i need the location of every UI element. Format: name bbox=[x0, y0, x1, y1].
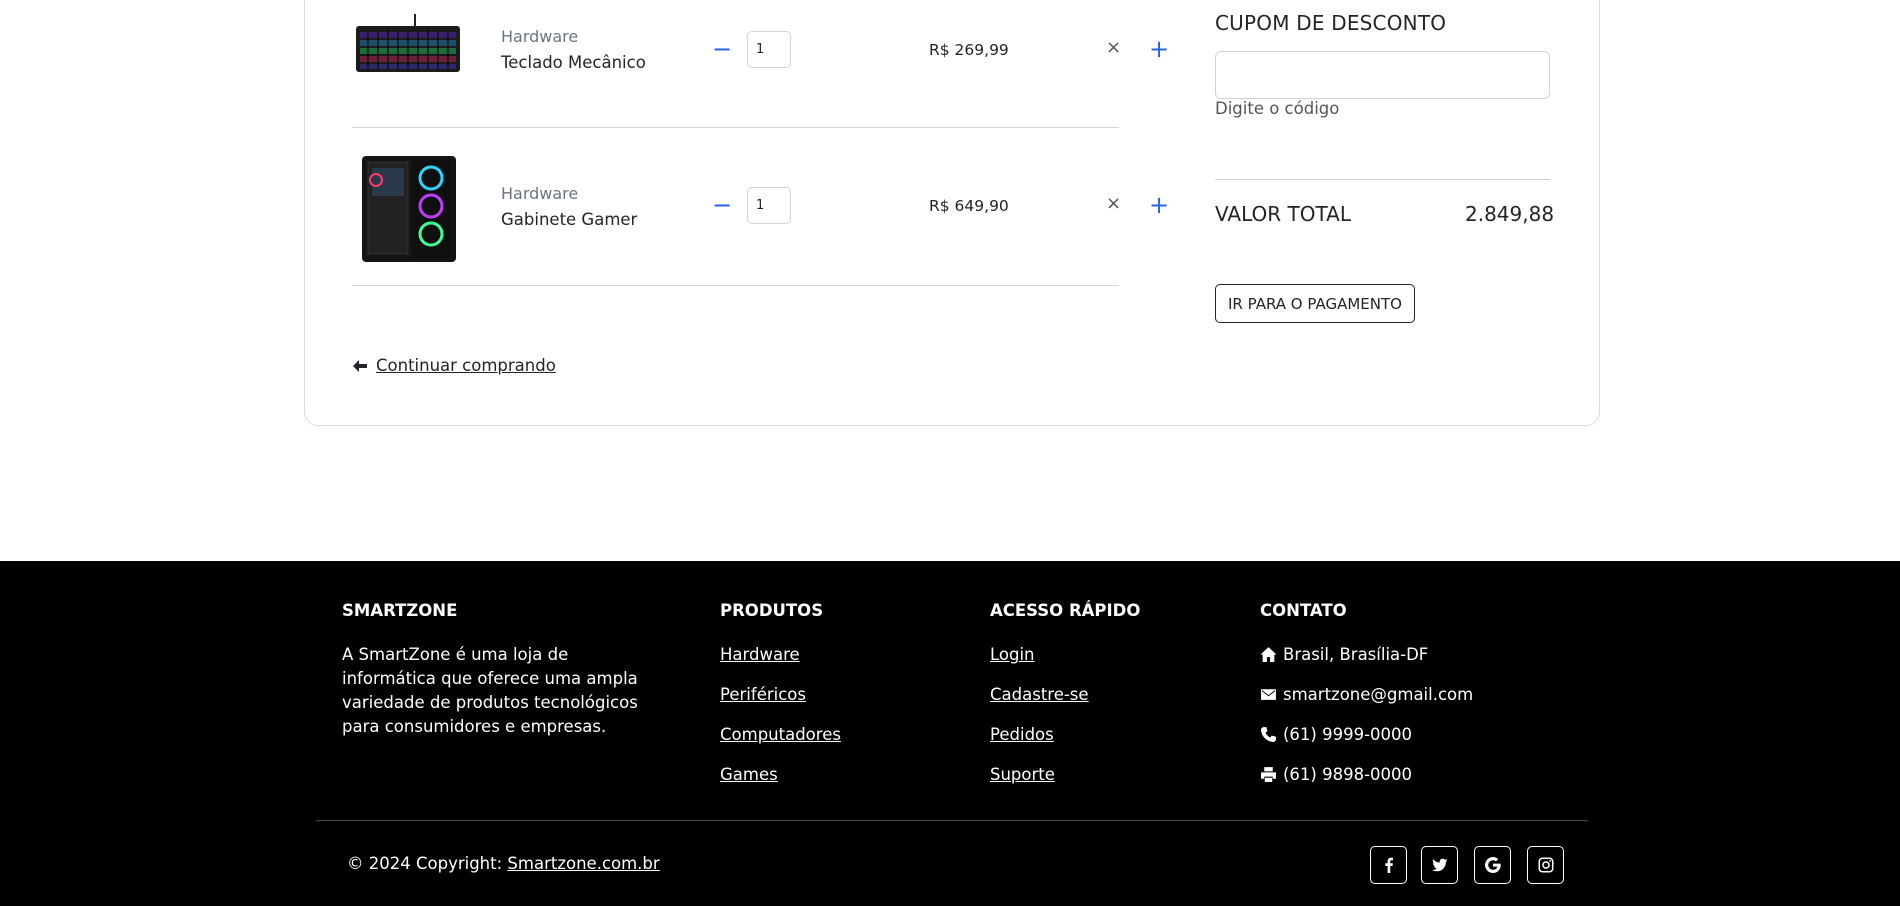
footer-link-perifericos[interactable]: Periféricos bbox=[720, 685, 806, 704]
continue-shopping-label: Continuar comprando bbox=[376, 356, 556, 375]
arrow-left-icon bbox=[353, 359, 367, 372]
contact-email-text: smartzone@gmail.com bbox=[1283, 685, 1474, 704]
summary-divider bbox=[1215, 179, 1550, 180]
quantity-increase-button[interactable]: + bbox=[1148, 193, 1170, 217]
contact-phone: (61) 9999-0000 bbox=[1260, 725, 1412, 744]
keyboard-image bbox=[354, 14, 464, 124]
footer-contact-heading: CONTATO bbox=[1260, 601, 1347, 620]
google-icon[interactable] bbox=[1474, 846, 1511, 884]
continue-shopping-link[interactable]: Continuar comprando bbox=[352, 356, 556, 375]
quantity-input[interactable] bbox=[747, 31, 791, 68]
contact-fax-text: (61) 9898-0000 bbox=[1283, 765, 1413, 784]
contact-address: Brasil, Brasília-DF bbox=[1260, 645, 1428, 664]
item-category: Hardware bbox=[501, 27, 579, 46]
item-name: Gabinete Gamer bbox=[501, 210, 638, 229]
instagram-icon[interactable] bbox=[1527, 846, 1564, 884]
envelope-icon bbox=[1261, 689, 1276, 700]
cart-item: Hardware Gabinete Gamer − + R$ 649,90 × bbox=[352, 156, 1169, 286]
copyright-text: © 2024 Copyright: bbox=[347, 854, 508, 873]
contact-phone-text: (61) 9999-0000 bbox=[1283, 725, 1413, 744]
item-category: Hardware bbox=[501, 184, 579, 203]
footer-products-heading: PRODUTOS bbox=[720, 601, 824, 620]
total-label: VALOR TOTAL bbox=[1215, 202, 1351, 226]
footer-link-computadores[interactable]: Computadores bbox=[720, 725, 841, 744]
quantity-decrease-button[interactable]: − bbox=[711, 193, 733, 217]
footer-link-suporte[interactable]: Suporte bbox=[990, 765, 1055, 784]
footer-quick-access-heading: ACESSO RÁPIDO bbox=[990, 601, 1141, 620]
item-price: R$ 649,90 bbox=[929, 197, 1009, 215]
footer: SMARTZONE A SmartZone é uma loja de info… bbox=[0, 561, 1900, 906]
home-icon bbox=[1260, 647, 1277, 662]
coupon-title: CUPOM DE DESCONTO bbox=[1215, 11, 1447, 35]
item-name: Teclado Mecânico bbox=[501, 53, 646, 72]
quantity-increase-button[interactable]: + bbox=[1148, 37, 1170, 61]
footer-link-cadastre-se[interactable]: Cadastre-se bbox=[990, 685, 1089, 704]
quantity-input[interactable] bbox=[747, 187, 791, 224]
checkout-button[interactable]: IR PARA O PAGAMENTO bbox=[1215, 284, 1415, 323]
footer-link-login[interactable]: Login bbox=[990, 645, 1035, 664]
printer-icon bbox=[1261, 767, 1276, 782]
remove-item-button[interactable]: × bbox=[1106, 37, 1121, 58]
item-price: R$ 269,99 bbox=[929, 41, 1009, 59]
footer-link-games[interactable]: Games bbox=[720, 765, 778, 784]
footer-about-text: A SmartZone é uma loja de informática qu… bbox=[342, 645, 638, 736]
total-value: 2.849,88 bbox=[1465, 202, 1555, 226]
contact-email: smartzone@gmail.com bbox=[1260, 685, 1473, 704]
copyright: © 2024 Copyright: Smartzone.com.br bbox=[347, 854, 660, 873]
contact-fax: (61) 9898-0000 bbox=[1260, 765, 1412, 784]
footer-link-pedidos[interactable]: Pedidos bbox=[990, 725, 1054, 744]
footer-divider bbox=[316, 820, 1588, 821]
twitter-icon[interactable] bbox=[1421, 846, 1458, 884]
pc-case-image bbox=[354, 152, 464, 262]
contact-address-text: Brasil, Brasília-DF bbox=[1283, 645, 1429, 664]
quantity-decrease-button[interactable]: − bbox=[711, 37, 733, 61]
phone-icon bbox=[1261, 727, 1276, 742]
coupon-hint: Digite o código bbox=[1215, 99, 1340, 118]
remove-item-button[interactable]: × bbox=[1106, 193, 1121, 214]
copyright-link[interactable]: Smartzone.com.br bbox=[507, 854, 659, 873]
facebook-icon[interactable] bbox=[1370, 846, 1407, 884]
footer-about-heading: SMARTZONE bbox=[342, 601, 458, 620]
cart-item: Hardware Teclado Mecânico − + R$ 269,99 … bbox=[352, 0, 1169, 128]
footer-link-hardware[interactable]: Hardware bbox=[720, 645, 800, 664]
coupon-input[interactable] bbox=[1215, 51, 1550, 99]
